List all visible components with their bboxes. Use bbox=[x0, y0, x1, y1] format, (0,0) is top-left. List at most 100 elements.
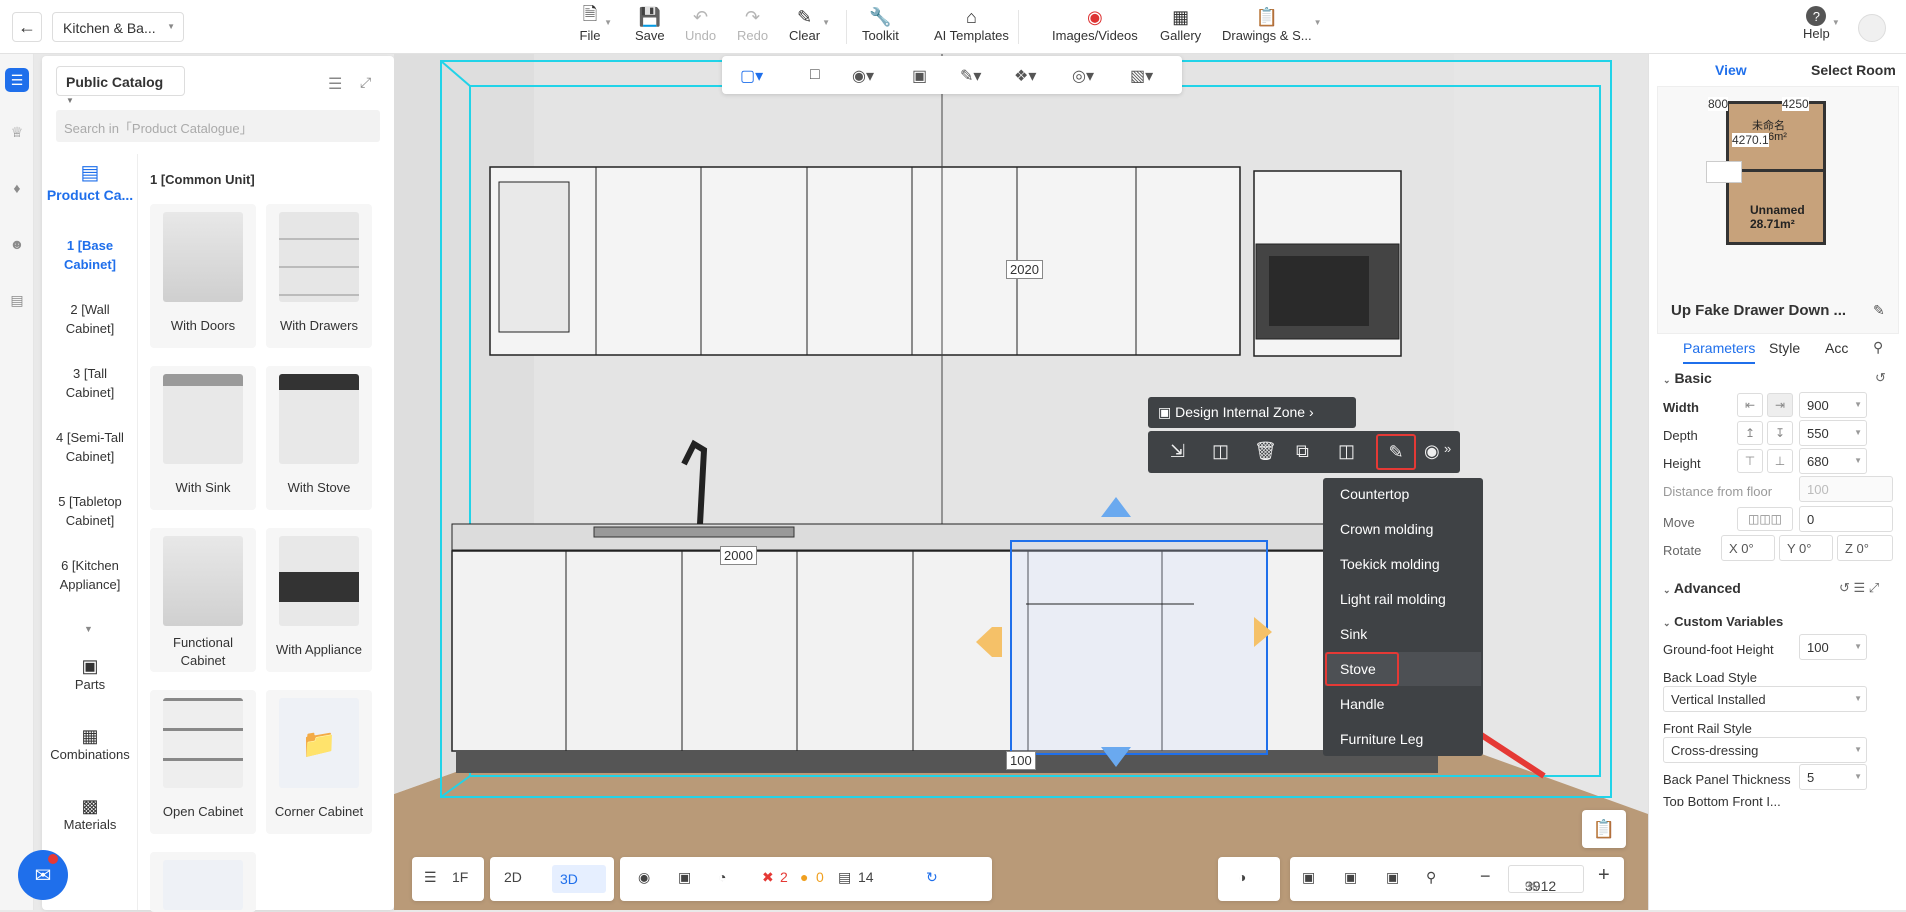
design-internal-zone-button[interactable]: ▣ Design Internal Zone › bbox=[1148, 397, 1356, 428]
format-brush-icon[interactable]: □ bbox=[810, 66, 820, 84]
3d-toggle[interactable]: 3D bbox=[552, 865, 606, 893]
split-icon[interactable]: ◫ bbox=[1212, 441, 1229, 462]
category-item[interactable]: 5 [Tabletop Cabinet] bbox=[42, 492, 138, 530]
menu-item[interactable]: Handle bbox=[1340, 696, 1384, 712]
menu-item[interactable]: Light rail molding bbox=[1340, 591, 1446, 607]
rotate-x-input[interactable]: X 0° bbox=[1721, 535, 1775, 561]
frame-icon[interactable]: ▣ bbox=[912, 66, 927, 86]
product-catalog-tab[interactable]: ▤ Product Ca... bbox=[42, 160, 138, 203]
tab-select-room[interactable]: Select Room bbox=[1811, 62, 1896, 78]
menu-item[interactable]: Countertop bbox=[1340, 486, 1409, 502]
redo-button[interactable]: ↷ Redo bbox=[737, 6, 768, 44]
cabinet-icon[interactable]: ▤ bbox=[5, 288, 29, 312]
chevron-down-icon[interactable]: ▼ bbox=[84, 624, 93, 634]
gallery-button[interactable]: ▦ Gallery bbox=[1160, 6, 1201, 44]
accessory-brush-icon[interactable]: ✎ bbox=[1376, 434, 1416, 470]
back-panel-input[interactable]: 5 ▼ bbox=[1799, 764, 1867, 790]
tab-style[interactable]: Style bbox=[1769, 340, 1800, 356]
toolkit-button[interactable]: 🔧 Toolkit bbox=[862, 6, 899, 44]
sync-icon[interactable]: ↻ bbox=[926, 869, 938, 886]
ground-foot-input[interactable]: 100 ▼ bbox=[1799, 634, 1867, 660]
chat-icon[interactable]: ✉ bbox=[18, 850, 68, 900]
clear-button[interactable]: ✎ Clear ▼ bbox=[789, 6, 830, 44]
clipboard-icon[interactable]: ▧▾ bbox=[1130, 66, 1153, 86]
combinations-tab[interactable]: ▦ Combinations bbox=[42, 726, 138, 762]
target-icon[interactable]: ◎▾ bbox=[1072, 66, 1094, 86]
depth-input[interactable]: 550 ▼ bbox=[1799, 420, 1867, 446]
frame-select-icon[interactable]: ▣ bbox=[1344, 869, 1357, 886]
drawings-button[interactable]: 📋 Drawings & S... ▼ bbox=[1222, 6, 1322, 44]
save-button[interactable]: 💾 Save bbox=[635, 6, 665, 44]
rotate-z-input[interactable]: Z 0° bbox=[1837, 535, 1893, 561]
back-button[interactable]: ← bbox=[12, 12, 42, 42]
align-back-icon[interactable]: ↧ bbox=[1767, 421, 1793, 445]
tab-accessories[interactable]: Acc bbox=[1825, 340, 1848, 356]
list-view-icon[interactable]: ☰ bbox=[328, 74, 342, 94]
product-card[interactable] bbox=[150, 852, 256, 912]
product-card[interactable]: Open Cabinet bbox=[150, 690, 256, 834]
zoom-out-button[interactable]: − bbox=[1480, 866, 1491, 887]
menu-item[interactable]: Crown molding bbox=[1340, 521, 1433, 537]
catalog-icon[interactable]: ☰ bbox=[5, 68, 29, 92]
product-card[interactable]: With Sink bbox=[150, 366, 256, 510]
measure-icon[interactable]: ✎▾ bbox=[960, 66, 981, 86]
align-front-icon[interactable]: ↥ bbox=[1737, 421, 1763, 445]
camera-rotate-icon[interactable]: ◉ bbox=[1424, 441, 1440, 462]
parts-tab[interactable]: ▣ Parts bbox=[42, 656, 138, 692]
delete-icon[interactable]: 🗑 bbox=[1254, 441, 1277, 462]
product-card[interactable]: With Stove bbox=[266, 366, 372, 510]
warning-icon[interactable]: ● bbox=[800, 869, 808, 885]
product-card[interactable]: With Doors bbox=[150, 204, 256, 348]
select-icon[interactable]: ▢▾ bbox=[740, 66, 763, 86]
cube-count-icon[interactable]: ▤ bbox=[838, 869, 851, 886]
floor-selector[interactable]: ☰ 1F bbox=[412, 857, 484, 901]
crown-icon[interactable]: ♕ bbox=[5, 120, 29, 144]
search-input[interactable]: Search in「Product Catalogue」 bbox=[56, 110, 380, 142]
front-rail-select[interactable]: Cross-dressing ▼ bbox=[1663, 737, 1867, 763]
resize-icon[interactable]: ⇲ bbox=[1170, 441, 1185, 462]
materials-tab[interactable]: ▩ Materials bbox=[42, 796, 138, 832]
align-left-icon[interactable]: ⇤ bbox=[1737, 393, 1763, 417]
menu-item[interactable]: Sink bbox=[1340, 626, 1367, 642]
menu-item[interactable]: Furniture Leg bbox=[1340, 731, 1423, 747]
mirror-icon[interactable]: ◫ bbox=[1338, 441, 1355, 462]
file-button[interactable]: 🗎 File ▼ bbox=[578, 4, 612, 43]
menu-item[interactable]: Toekick molding bbox=[1340, 556, 1440, 572]
category-item[interactable]: 3 [Tall Cabinet] bbox=[42, 364, 138, 402]
move-input[interactable]: 0 bbox=[1799, 506, 1893, 532]
help-button[interactable]: ? Help ▼ bbox=[1803, 6, 1840, 41]
section-custom-variables[interactable]: ⌄ Custom Variables bbox=[1663, 614, 1783, 629]
gauge-icon[interactable]: ◔ bbox=[718, 869, 726, 885]
align-bottom-icon[interactable]: ⊥ bbox=[1767, 449, 1793, 473]
tab-parameters[interactable]: Parameters bbox=[1683, 340, 1756, 364]
category-item[interactable]: 4 [Semi-Tall Cabinet] bbox=[42, 428, 138, 466]
category-item[interactable]: 6 [Kitchen Appliance] bbox=[42, 556, 138, 594]
tab-view[interactable]: View bbox=[1715, 62, 1747, 78]
product-card[interactable]: With Drawers bbox=[266, 204, 372, 348]
zoom-in-button[interactable]: + bbox=[1598, 864, 1610, 887]
width-input[interactable]: 900 ▼ bbox=[1799, 392, 1867, 418]
collapse-icon[interactable]: ⤢ bbox=[360, 74, 371, 91]
distance-from-floor-input[interactable]: 100 bbox=[1799, 476, 1893, 502]
height-input[interactable]: 680 ▼ bbox=[1799, 448, 1867, 474]
floor-plan-minimap[interactable]: 800 4250 未命名 6m² 4270.1 Unnamed 28.71m² bbox=[1657, 86, 1899, 334]
category-item[interactable]: 2 [Wall Cabinet] bbox=[42, 300, 138, 338]
error-icon[interactable]: ✖ bbox=[762, 869, 774, 886]
fit-icon[interactable]: ▣ bbox=[1302, 869, 1315, 886]
puzzle-icon[interactable]: ❖▾ bbox=[1014, 66, 1036, 86]
product-card[interactable]: 📁 Corner Cabinet bbox=[266, 690, 372, 834]
align-right-icon[interactable]: ⇥ bbox=[1767, 393, 1793, 417]
edit-icon[interactable]: ✎ bbox=[1873, 302, 1885, 319]
product-card[interactable]: With Appliance bbox=[266, 528, 372, 672]
align-top-icon[interactable]: ⊤ bbox=[1737, 449, 1763, 473]
paint-icon[interactable]: ◉▾ bbox=[852, 66, 874, 86]
user-icon[interactable]: ☻ bbox=[5, 232, 29, 256]
clipboard-float-button[interactable]: 📋 bbox=[1582, 810, 1626, 848]
copy-icon[interactable]: ⧉ bbox=[1296, 441, 1309, 462]
move-icons[interactable]: ◫◫◫ bbox=[1737, 507, 1793, 531]
zoom-area-icon[interactable]: ⚲ bbox=[1426, 869, 1436, 886]
back-load-select[interactable]: Vertical Installed ▼ bbox=[1663, 686, 1867, 712]
settings-toggle-button[interactable]: ◑ bbox=[1218, 857, 1280, 901]
zoom-input[interactable]: 3912 % bbox=[1508, 865, 1584, 894]
focus-icon[interactable]: ▣ bbox=[1386, 869, 1399, 886]
